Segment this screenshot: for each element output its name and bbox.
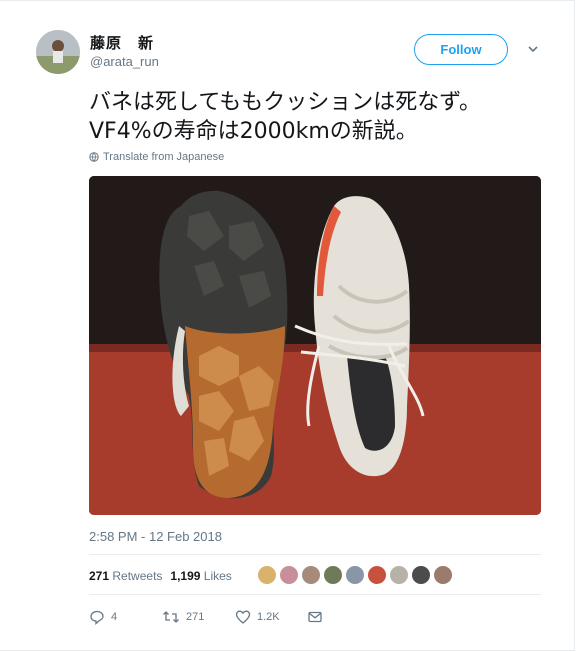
- retweets-label: Retweets: [112, 569, 163, 583]
- tweet-stats: 271 Retweets 1,199 Likes: [89, 569, 232, 583]
- translate-link[interactable]: Translate from Japanese: [89, 151, 224, 163]
- heart-icon: [235, 610, 251, 624]
- liker-avatar[interactable]: [389, 565, 409, 585]
- likes-label: Likes: [203, 569, 232, 583]
- tweet-timestamp[interactable]: 2:58 PM - 12 Feb 2018: [89, 529, 222, 544]
- chevron-down-icon[interactable]: [526, 42, 540, 56]
- liker-avatar[interactable]: [301, 565, 321, 585]
- globe-icon: [89, 152, 99, 162]
- divider: [89, 554, 541, 555]
- liker-avatar[interactable]: [345, 565, 365, 585]
- tweet-actions: 4 271 1.2K: [89, 609, 389, 629]
- likes-stat[interactable]: 1,199 Likes: [170, 569, 231, 583]
- liker-avatar[interactable]: [411, 565, 431, 585]
- display-name[interactable]: 藤原 新: [90, 32, 154, 53]
- direct-message-button[interactable]: [307, 609, 323, 625]
- tweet-photo[interactable]: [89, 176, 541, 515]
- liker-avatar[interactable]: [257, 565, 277, 585]
- tweet-text: バネは死してももクッションは死なず。 VF4%の寿命は2000kmの新説。: [89, 88, 549, 146]
- liker-avatar[interactable]: [433, 565, 453, 585]
- tweet-card: 藤原 新 @arata_run Follow バネは死してももクッションは死なず…: [0, 0, 575, 651]
- follow-button[interactable]: Follow: [414, 34, 508, 65]
- reply-button[interactable]: 4: [89, 609, 117, 625]
- like-count: 1.2K: [257, 611, 280, 623]
- envelope-icon: [308, 611, 322, 623]
- liker-avatar[interactable]: [367, 565, 387, 585]
- liker-avatar[interactable]: [323, 565, 343, 585]
- liker-avatar[interactable]: [279, 565, 299, 585]
- retweet-button[interactable]: 271: [162, 609, 204, 625]
- tweet-text-line-1: バネは死してももクッションは死なず。: [89, 90, 482, 115]
- translate-label: Translate from Japanese: [103, 151, 225, 163]
- divider: [89, 594, 541, 595]
- reply-icon: [90, 610, 104, 625]
- tweet-text-line-2: VF4%の寿命は2000kmの新説。: [89, 119, 418, 144]
- likes-count: 1,199: [170, 569, 201, 583]
- avatar[interactable]: [36, 30, 80, 74]
- retweet-icon: [163, 611, 179, 623]
- like-button[interactable]: 1.2K: [235, 609, 280, 625]
- avatar-image: [36, 30, 80, 74]
- shoes-photo: [89, 176, 541, 515]
- reply-count: 4: [111, 611, 118, 623]
- retweet-count: 271: [186, 611, 205, 623]
- retweets-stat[interactable]: 271 Retweets: [89, 569, 162, 583]
- username-handle[interactable]: @arata_run: [90, 54, 159, 69]
- likers-avatars: [257, 565, 453, 585]
- retweets-count: 271: [89, 569, 110, 583]
